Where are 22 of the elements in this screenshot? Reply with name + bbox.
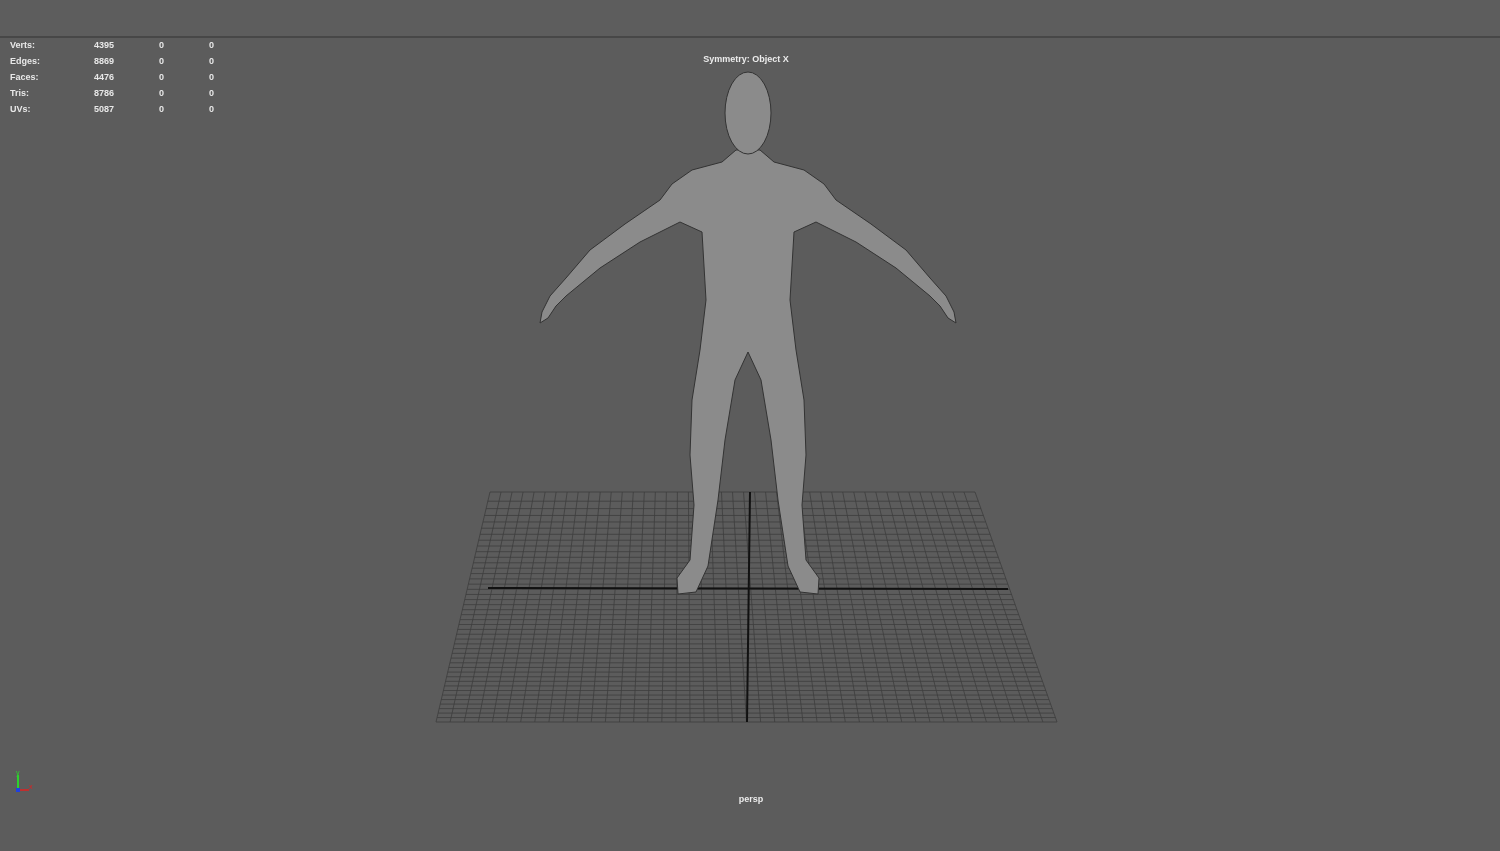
stat-value: 0 [208, 103, 214, 116]
stat-value: 0 [158, 87, 164, 100]
stat-value: 0 [158, 103, 164, 116]
stat-label: Edges: [10, 55, 41, 68]
stat-value: 0 [158, 55, 164, 68]
stat-value: 0 [208, 55, 214, 68]
stat-value: 8786 [92, 87, 114, 100]
stat-label: Tris: [10, 87, 30, 100]
stat-label: UVs: [10, 103, 32, 116]
camera-name: persp [738, 794, 764, 804]
stat-label: Verts: [10, 39, 36, 52]
stat-label: Faces: [10, 71, 40, 84]
stat-value: 0 [158, 71, 164, 84]
stat-value: 5087 [92, 103, 114, 116]
stat-value: 0 [208, 71, 214, 84]
stat-value: 0 [208, 39, 214, 52]
stat-value: 0 [208, 87, 214, 100]
symmetry-status: Symmetry: Object X [703, 54, 789, 64]
stat-value: 4476 [92, 71, 114, 84]
stat-value: 8869 [92, 55, 114, 68]
stat-value: 0 [158, 39, 164, 52]
stat-value: 4395 [92, 39, 114, 52]
